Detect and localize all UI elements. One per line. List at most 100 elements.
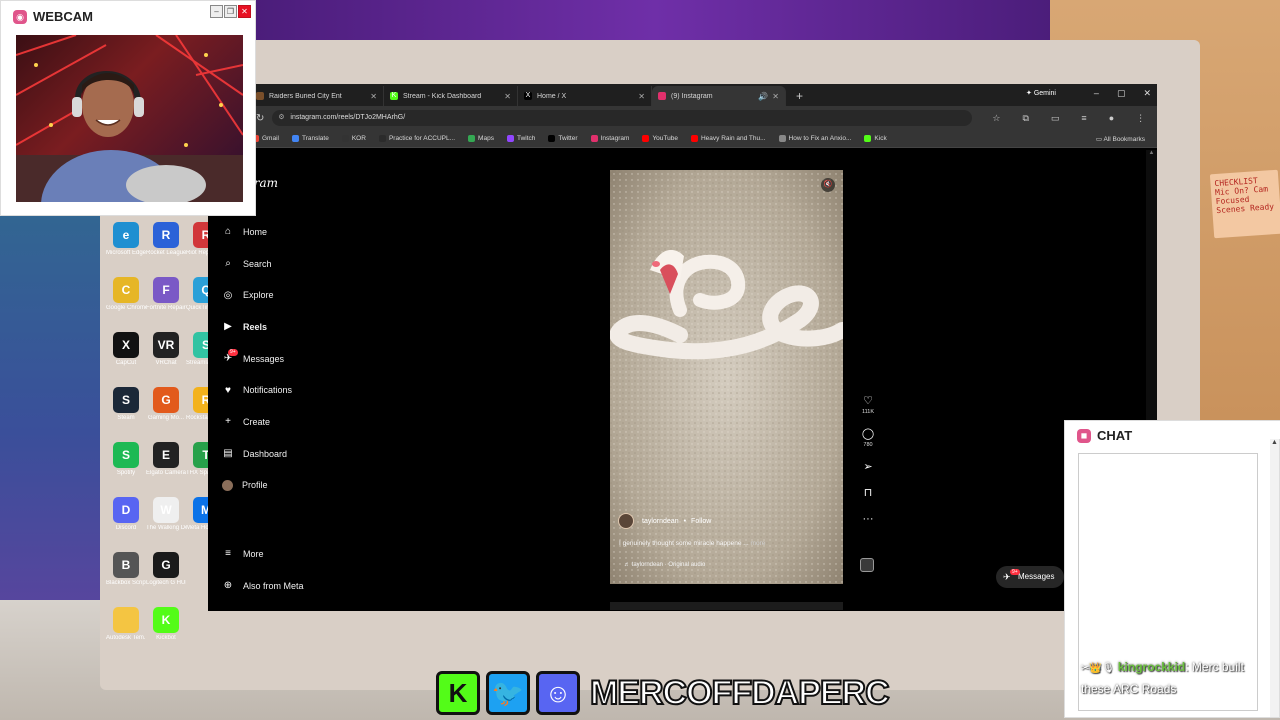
desktop-icon[interactable]: G Logitech G HUB [146, 552, 186, 607]
bookmark-item[interactable]: KOR [341, 135, 366, 142]
chat-message: ✂👑🎙 kingrockkid: Merc built these ARC Ro… [1081, 657, 1261, 699]
follow-button[interactable]: Follow [691, 518, 711, 525]
bookmark-item[interactable]: Twitter [548, 135, 578, 142]
browser-tab[interactable]: K Stream - Kick Dashboard ✕ [384, 86, 518, 106]
nav-item-profile[interactable]: Profile [222, 470, 352, 502]
reload-icon[interactable]: ↻ [256, 113, 264, 124]
profile-icon[interactable]: ● [1109, 113, 1114, 124]
desktop-icon-label: Fortnite Repair Tool [146, 305, 186, 311]
bookmark-item[interactable]: Gmail [252, 135, 279, 142]
new-tab-button[interactable]: + [786, 86, 813, 106]
tab-close-icon[interactable]: ✕ [370, 92, 377, 101]
bookmark-item[interactable]: Instagram [590, 135, 629, 142]
bookmark-item[interactable]: Translate [291, 135, 329, 142]
kebab-menu-icon[interactable]: ⋮ [1136, 113, 1145, 124]
mute-icon[interactable]: 🔇 [821, 178, 835, 192]
nav-item-dashboard[interactable]: ▤ Dashboard [222, 438, 352, 470]
media-icon[interactable]: ≡ [1081, 113, 1086, 124]
desktop-icon[interactable]: E Elgato Camera Hub [146, 442, 186, 497]
gemini-button[interactable]: ✦ Gemini [1026, 89, 1056, 97]
desktop-icon-label: CapCut [115, 360, 137, 366]
audio-thumbnail[interactable] [860, 558, 874, 572]
nav-item-also-from-meta[interactable]: ⊕ Also from Meta [222, 570, 352, 602]
bookmark-item[interactable]: How to Fix an Anxio... [778, 135, 851, 142]
reel-audio[interactable]: ♬ taylorndean · Original audio [624, 562, 705, 568]
desktop-icon[interactable]: Autodesk Tem... [106, 607, 146, 662]
webcam-overlay: ◉ WEBCAM – ❐ ✕ [0, 0, 256, 216]
sidepanel-icon[interactable]: ▭ [1051, 113, 1060, 124]
like-button[interactable]: ♡ 111K [856, 394, 880, 415]
search-icon: ⌕ [225, 258, 231, 270]
star-icon[interactable]: ☆ [992, 113, 1000, 124]
nav-item-reels[interactable]: ▶ Reels [222, 311, 352, 343]
bookmark-label: Twitch [516, 135, 536, 142]
reel-video[interactable]: 🔇 taylorndean • Follow I genuinely thoug… [610, 170, 843, 584]
desktop-icon[interactable]: X CapCut [106, 332, 146, 387]
desktop-icon[interactable]: D Discord [106, 497, 146, 552]
chat-username: kingrockkid [1117, 660, 1186, 674]
browser-tab[interactable]: X Home / X ✕ [518, 86, 652, 106]
tab-audio-icon[interactable]: 🔊 [758, 92, 768, 101]
nav-item-more[interactable]: ≡ More [222, 538, 352, 570]
author-avatar[interactable] [618, 513, 634, 529]
desktop-icon[interactable]: S Spotify [106, 442, 146, 497]
caption-more-link[interactable]: more [751, 540, 766, 547]
tab-close-icon[interactable]: ✕ [504, 92, 511, 101]
kick-tab-icon: K [390, 92, 398, 100]
nav-item-explore[interactable]: ◎ Explore [222, 279, 352, 311]
twitter-logo-icon: 🐦 [486, 671, 530, 715]
desktop-icon-label: Microsoft Edge [106, 250, 146, 256]
scroll-up-icon[interactable]: ▲ [1146, 150, 1157, 156]
author-name[interactable]: taylorndean [642, 518, 679, 525]
spotify-icon: S [113, 442, 139, 468]
desktop-icon[interactable]: e Microsoft Edge [106, 222, 146, 277]
share-button[interactable]: ➢ [856, 460, 880, 474]
desktop-icon[interactable]: B Blackbox Script 4 [106, 552, 146, 607]
extensions-icon[interactable]: ⧉ [1022, 113, 1028, 124]
site-info-icon[interactable]: ⚙ [278, 110, 284, 126]
all-bookmarks-label: All Bookmarks [1103, 136, 1145, 143]
fortnite-icon: F [153, 277, 179, 303]
edge-icon: e [113, 222, 139, 248]
maximize-icon[interactable]: ▢ [1117, 88, 1126, 99]
tab-title: (9) Instagram [671, 92, 713, 100]
bookmark-item[interactable]: Heavy Rain and Thu... [690, 135, 766, 142]
nav-item-messages[interactable]: ✈ 9+ Messages [222, 343, 352, 375]
nav-item-create[interactable]: + Create [222, 406, 352, 438]
bookmark-item[interactable]: Kick [864, 135, 887, 142]
desktop-icon[interactable]: G Gaming Mo... [146, 387, 186, 442]
bookmark-item[interactable]: YouTube [642, 135, 678, 142]
nav-item-search[interactable]: ⌕ Search [222, 248, 352, 280]
desktop-icon[interactable]: C Google Chrome [106, 277, 146, 332]
comment-button[interactable]: ◯ 780 [856, 427, 880, 448]
all-bookmarks-button[interactable]: ▭ All Bookmarks [1096, 135, 1145, 143]
bookmark-item[interactable]: Practice for ACCUPL... [378, 135, 455, 142]
browser-tab[interactable]: (9) Instagram 🔊 ✕ [652, 86, 786, 106]
browser-tab[interactable]: Raiders Buried City Ent ✕ [250, 86, 384, 106]
nav-item-notifications[interactable]: ♥ Notifications [222, 374, 352, 406]
tab-close-icon[interactable]: ✕ [638, 92, 645, 101]
nav-item-home[interactable]: ⌂ Home [222, 216, 352, 248]
desktop-icon[interactable]: R Rocket League [146, 222, 186, 277]
url-field[interactable]: ⚙ instagram.com/reels/DTJo2MHArhG/ [272, 110, 973, 126]
desktop-icon[interactable]: VR VRChat [146, 332, 186, 387]
desktop-icon[interactable]: K Kickbot [146, 607, 186, 662]
save-button[interactable]: ⊓ [856, 486, 880, 500]
tab-close-icon[interactable]: ✕ [772, 92, 779, 101]
capcut-icon: X [113, 332, 139, 358]
desktop-icon-label: The Walking Dead The... [146, 525, 186, 531]
elgato-icon: E [153, 442, 179, 468]
desktop-icon[interactable]: F Fortnite Repair Tool [146, 277, 186, 332]
messages-pill[interactable]: ✈ 9+ Messages [996, 566, 1065, 588]
desktop-icon[interactable]: S Steam [106, 387, 146, 442]
reel-actions: ♡ 111K ◯ 780 ➢ ⊓ ··· [856, 394, 880, 538]
bookmark-icon [341, 135, 349, 142]
sticky-note: CHECKLIST Mic On? Cam Focused Scenes Rea… [1209, 169, 1280, 239]
desktop-icon[interactable]: W The Walking Dead The... [146, 497, 186, 552]
bookmark-label: YouTube [652, 135, 678, 142]
bookmark-item[interactable]: Maps [468, 135, 494, 142]
minimize-icon[interactable]: – [1094, 88, 1099, 99]
bookmark-item[interactable]: Twitch [506, 135, 536, 142]
more-button[interactable]: ··· [856, 512, 880, 526]
close-icon[interactable]: ✕ [1143, 88, 1151, 99]
